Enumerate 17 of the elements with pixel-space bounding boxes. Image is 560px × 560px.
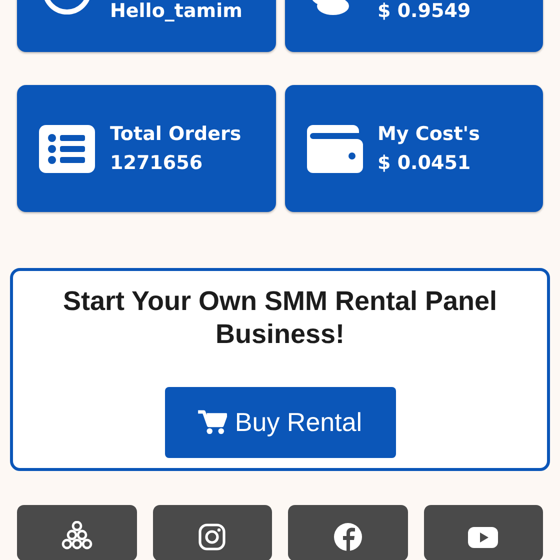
facebook-icon [332, 521, 364, 553]
social-tile[interactable] [17, 505, 136, 560]
instagram-icon [196, 521, 228, 553]
social-tile[interactable] [152, 505, 272, 560]
stat-label: Total Orders [110, 122, 242, 146]
social-tile[interactable] [424, 505, 543, 560]
cart-icon [198, 410, 227, 435]
stat-value: $ 0.0451 [378, 150, 472, 176]
stat-value: $ 0.9549 [378, 0, 471, 22]
buy-rental-button[interactable]: Buy Rental [164, 387, 396, 458]
social-tile[interactable] [288, 505, 408, 560]
stat-label: My Cost's [378, 122, 480, 146]
list-icon [39, 124, 95, 174]
stat-value: 1271656 [110, 150, 204, 176]
stat-value: Hello_tamim [110, 0, 242, 22]
promo-title: Start Your Own SMM Rental Panel Business! [62, 285, 498, 351]
wallet-icon [306, 124, 362, 174]
